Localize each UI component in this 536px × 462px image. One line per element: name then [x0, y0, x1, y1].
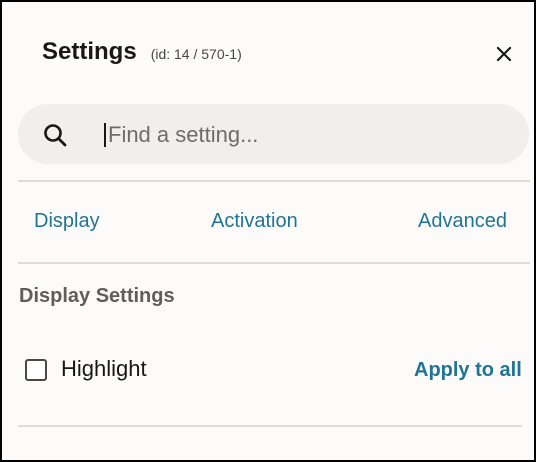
close-icon: [496, 46, 512, 62]
tab-display[interactable]: Display: [34, 210, 100, 233]
search-bar: [18, 104, 529, 164]
divider: [18, 425, 522, 427]
settings-panel: Settings (id: 14 / 570-1) Display Activa…: [0, 0, 536, 462]
section-title: Display Settings: [19, 285, 175, 307]
panel-title: Settings: [42, 38, 137, 65]
text-caret: [104, 123, 106, 147]
highlight-checkbox[interactable]: [25, 359, 47, 381]
search-input[interactable]: [108, 118, 508, 152]
tab-activation[interactable]: Activation: [211, 210, 298, 233]
divider: [18, 180, 530, 182]
search-icon: [44, 124, 67, 147]
close-button[interactable]: [490, 40, 518, 68]
tab-advanced[interactable]: Advanced: [418, 210, 507, 233]
panel-subtitle: (id: 14 / 570-1): [150, 46, 242, 62]
panel-header: Settings (id: 14 / 570-1): [42, 38, 242, 66]
divider: [18, 262, 530, 264]
apply-to-all-link[interactable]: Apply to all: [414, 359, 522, 382]
highlight-label: Highlight: [61, 356, 147, 381]
